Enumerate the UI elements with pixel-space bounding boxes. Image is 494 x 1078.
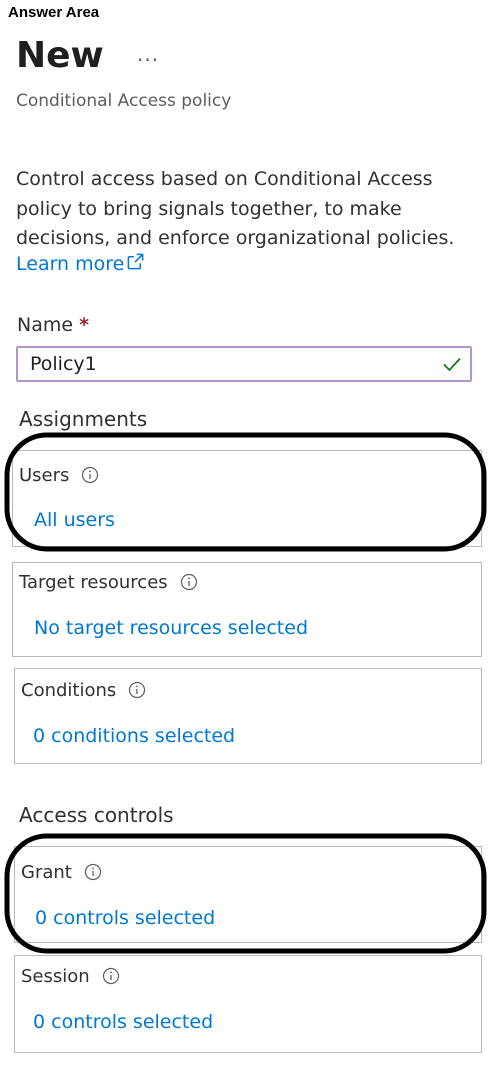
target-resources-card[interactable]: Target resources No target resources sel… — [12, 562, 482, 657]
session-card-title: Session — [21, 966, 120, 987]
info-icon[interactable] — [102, 967, 120, 985]
name-input-box[interactable] — [16, 346, 472, 382]
required-marker: * — [79, 314, 90, 336]
session-card[interactable]: Session 0 controls selected — [14, 955, 482, 1053]
target-resources-title: Target resources — [19, 572, 168, 593]
page-subtitle: Conditional Access policy — [16, 91, 232, 111]
assignments-heading: Assignments — [19, 407, 148, 431]
conditions-title: Conditions — [21, 680, 117, 701]
grant-title: Grant — [21, 862, 72, 883]
users-title: Users — [19, 465, 70, 486]
grant-value-link[interactable]: 0 controls selected — [35, 907, 215, 929]
name-label-text: Name — [17, 314, 74, 336]
session-value-link[interactable]: 0 controls selected — [33, 1011, 213, 1033]
users-card-title: Users — [19, 465, 99, 486]
target-resources-card-title: Target resources — [19, 572, 198, 593]
checkmark-icon — [443, 357, 461, 372]
grant-card-title: Grant — [21, 862, 102, 883]
learn-more-link[interactable]: Learn more — [16, 252, 145, 275]
users-card[interactable]: Users All users — [12, 450, 482, 547]
info-icon[interactable] — [81, 466, 99, 484]
info-icon[interactable] — [180, 573, 198, 591]
target-resources-value-link[interactable]: No target resources selected — [34, 617, 308, 639]
policy-description: Control access based on Conditional Acce… — [16, 168, 455, 249]
learn-more-label: Learn more — [16, 253, 125, 275]
more-horizontal-icon[interactable]: ··· — [137, 48, 159, 72]
page-title: New — [16, 35, 104, 76]
session-title: Session — [21, 966, 90, 987]
info-icon[interactable] — [128, 681, 146, 699]
answer-area-label: Answer Area — [8, 4, 100, 21]
access-controls-heading: Access controls — [19, 803, 174, 827]
conditions-value-link[interactable]: 0 conditions selected — [33, 725, 235, 747]
info-icon[interactable] — [84, 863, 102, 881]
conditions-card[interactable]: Conditions 0 conditions selected — [14, 668, 482, 764]
users-value-link[interactable]: All users — [34, 509, 115, 531]
grant-card[interactable]: Grant 0 controls selected — [14, 846, 482, 943]
name-input[interactable] — [18, 348, 430, 380]
external-link-icon — [127, 253, 144, 270]
name-field-label: Name * — [17, 314, 89, 336]
conditions-card-title: Conditions — [21, 680, 146, 701]
